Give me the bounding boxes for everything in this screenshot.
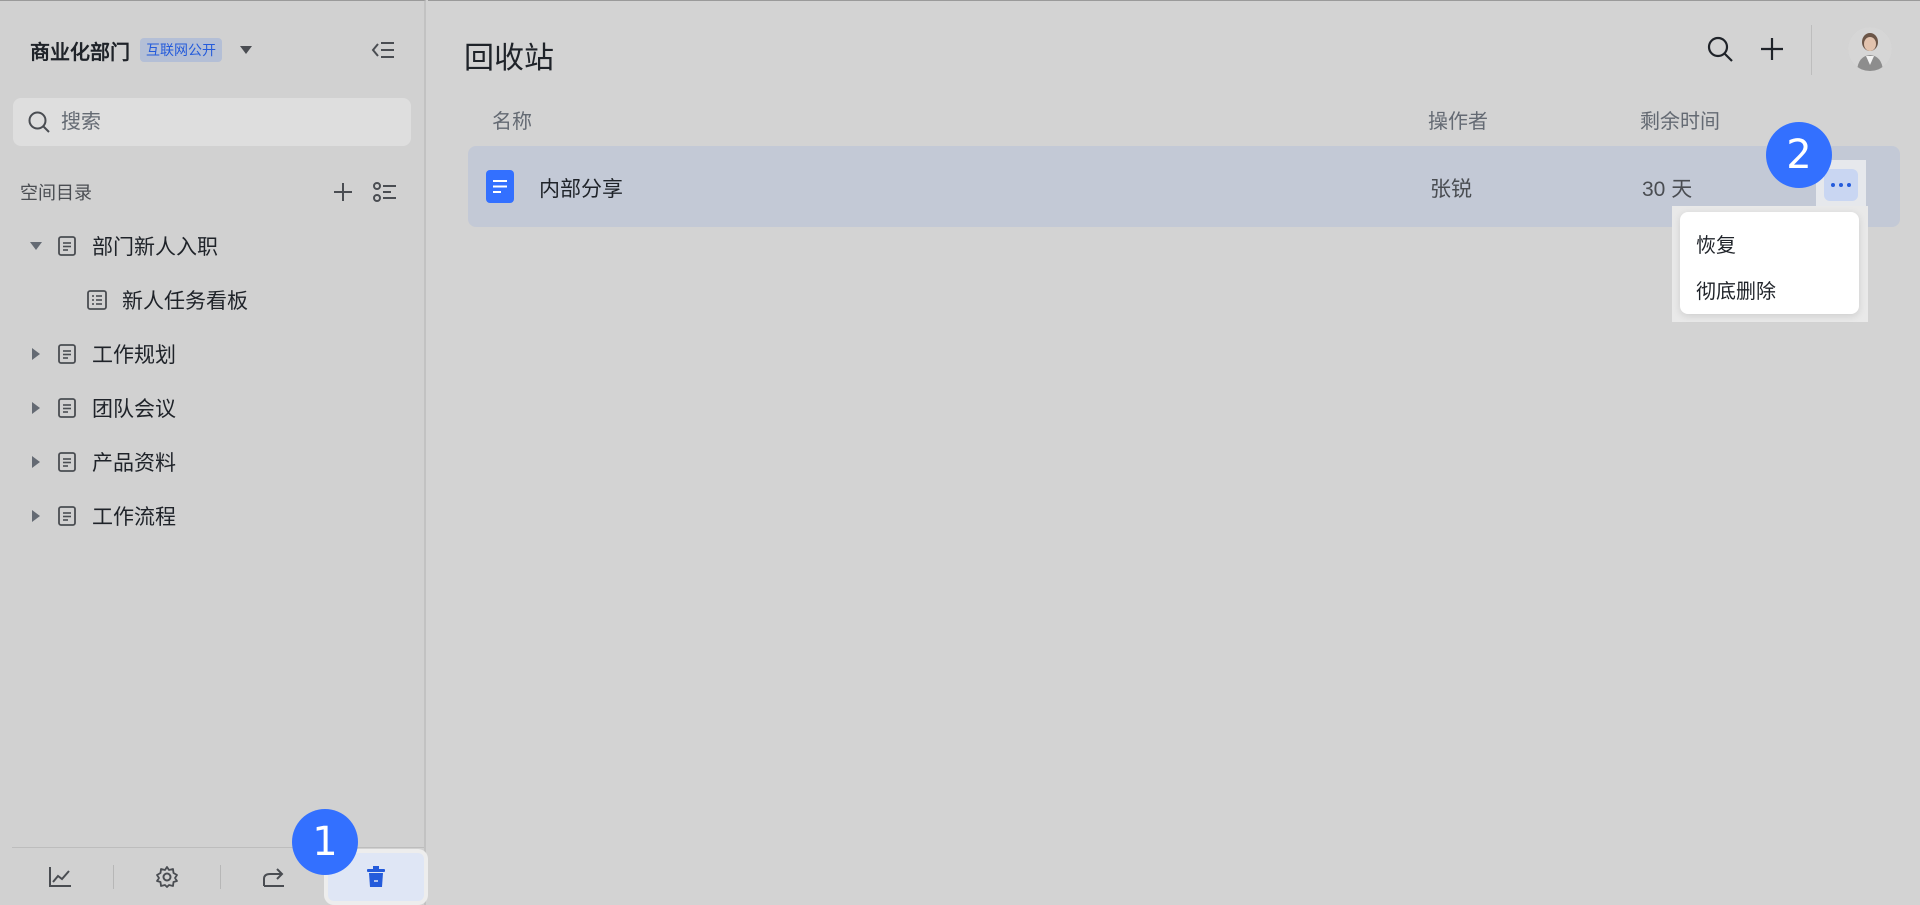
divider xyxy=(220,865,221,889)
directory-header: 空间目录 xyxy=(20,177,400,207)
tree-item-label: 工作规划 xyxy=(92,344,176,367)
directory-options-button[interactable] xyxy=(370,177,400,207)
search-input[interactable] xyxy=(61,110,381,134)
expand-toggle-icon[interactable] xyxy=(26,506,46,526)
tree-item-label: 新人任务看板 xyxy=(122,290,248,313)
board-icon xyxy=(87,290,107,310)
space-dropdown-icon[interactable] xyxy=(240,46,252,54)
main-content: 回收站 名称 操作者 剩余时间 内部分享 张锐 30 天 恢复 彻底删除 xyxy=(428,0,1920,905)
analytics-button[interactable] xyxy=(12,853,108,901)
add-page-button[interactable] xyxy=(328,177,358,207)
document-file-icon xyxy=(486,170,514,203)
plus-icon xyxy=(334,183,352,201)
column-header-operator: 操作者 xyxy=(1428,111,1488,133)
space-header[interactable]: 商业化部门 互联网公开 xyxy=(30,35,252,65)
trash-icon xyxy=(367,866,385,887)
expand-toggle-icon[interactable] xyxy=(26,344,46,364)
tree-item-label: 产品资料 xyxy=(92,452,176,475)
list-settings-icon xyxy=(373,182,396,202)
plus-icon[interactable] xyxy=(1758,35,1786,63)
page-title: 回收站 xyxy=(464,42,554,75)
document-icon xyxy=(58,506,76,526)
collapse-sidebar-icon[interactable] xyxy=(370,39,396,61)
tree-item-label: 团队会议 xyxy=(92,398,176,421)
settings-icon xyxy=(156,866,178,888)
tree-item[interactable]: 部门新人入职 xyxy=(0,219,424,273)
directory-tree: 部门新人入职 新人任务看板 工作规划 团队会议 产品资料 工作流程 xyxy=(0,219,424,543)
divider xyxy=(113,865,114,889)
tree-item-label: 部门新人入职 xyxy=(92,236,218,259)
column-header-name: 名称 xyxy=(492,111,532,133)
restore-menu-item[interactable]: 恢复 xyxy=(1680,220,1859,266)
tree-item[interactable]: 工作流程 xyxy=(0,489,424,543)
row-remaining-time: 30 天 xyxy=(1642,178,1693,201)
column-header-remaining: 剩余时间 xyxy=(1640,111,1720,133)
actions-menu: 恢复 彻底删除 xyxy=(1680,212,1859,314)
document-icon xyxy=(58,236,76,256)
sidebar-bottom-bar xyxy=(12,847,424,905)
expand-toggle-icon[interactable] xyxy=(26,452,46,472)
chart-icon xyxy=(49,867,71,887)
step-marker-1: 1 xyxy=(292,809,358,875)
user-avatar-icon xyxy=(1848,27,1892,71)
table-header: 名称 操作者 剩余时间 xyxy=(484,105,1904,135)
step-marker-2: 2 xyxy=(1766,122,1832,188)
document-icon xyxy=(58,452,76,472)
divider xyxy=(1811,25,1812,75)
settings-button[interactable] xyxy=(119,853,215,901)
more-actions-button[interactable] xyxy=(1824,169,1858,201)
document-icon xyxy=(58,398,76,418)
visibility-badge: 互联网公开 xyxy=(140,38,222,62)
sidebar: 商业化部门 互联网公开 空间目录 xyxy=(0,0,426,905)
menu-highlight: 恢复 彻底删除 xyxy=(1672,206,1868,322)
tree-item-label: 工作流程 xyxy=(92,506,176,529)
search-icon[interactable] xyxy=(1706,35,1734,63)
delete-permanently-menu-item[interactable]: 彻底删除 xyxy=(1680,266,1859,312)
search-icon xyxy=(28,111,50,133)
document-icon xyxy=(58,344,76,364)
tree-item[interactable]: 团队会议 xyxy=(0,381,424,435)
expand-toggle-icon[interactable] xyxy=(26,398,46,418)
row-name: 内部分享 xyxy=(539,178,623,201)
tree-item[interactable]: 新人任务看板 xyxy=(0,273,424,327)
tree-item[interactable]: 产品资料 xyxy=(0,435,424,489)
expand-toggle-icon[interactable] xyxy=(26,236,46,256)
space-name: 商业化部门 xyxy=(30,41,130,64)
tree-item[interactable]: 工作规划 xyxy=(0,327,424,381)
row-operator: 张锐 xyxy=(1430,178,1472,201)
share-icon xyxy=(263,868,284,887)
avatar[interactable] xyxy=(1848,27,1892,71)
directory-title: 空间目录 xyxy=(20,183,92,203)
sidebar-search[interactable] xyxy=(13,98,411,146)
ellipsis-icon xyxy=(1831,183,1835,187)
